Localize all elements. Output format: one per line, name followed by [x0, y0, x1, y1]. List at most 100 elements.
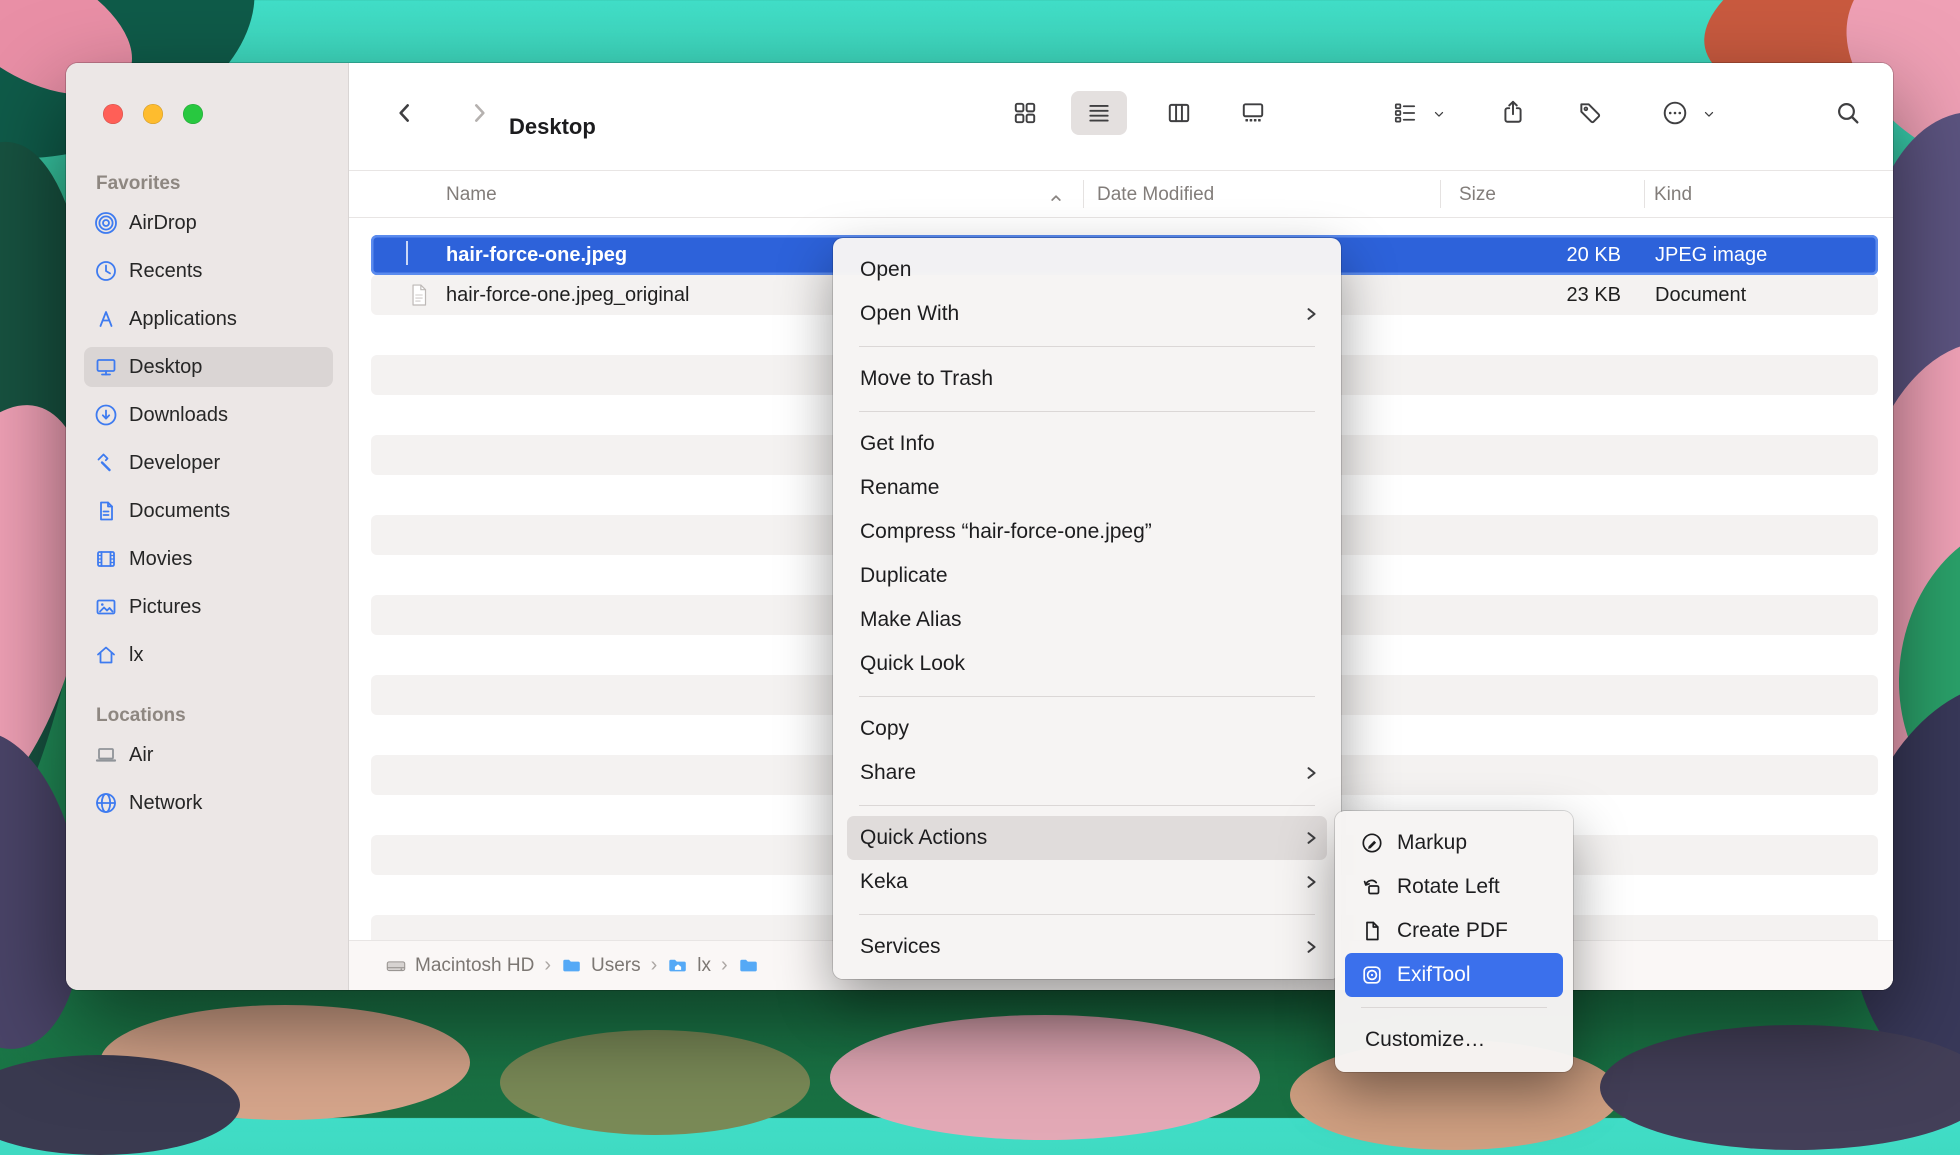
folder-icon [738, 955, 760, 977]
sidebar-item-label: AirDrop [129, 212, 197, 235]
menu-item-compress[interactable]: Compress “hair-force-one.jpeg” [847, 510, 1327, 554]
file-size: 20 KB [1567, 235, 1621, 275]
chevron-right-icon [1303, 306, 1319, 322]
film-icon [94, 547, 118, 571]
submenu-item-customize[interactable]: Customize… [1345, 1018, 1563, 1062]
path-item-folder[interactable] [738, 955, 768, 977]
path-separator: › [721, 954, 728, 977]
forward-button[interactable] [466, 100, 492, 126]
chevron-down-icon[interactable] [1432, 107, 1446, 121]
file-name: hair-force-one.jpeg_original [446, 275, 689, 315]
sidebar-item-recents[interactable]: Recents [84, 251, 333, 291]
column-header-size[interactable]: Size [1459, 171, 1496, 219]
grid-view-icon [1012, 100, 1038, 126]
more-circle-icon[interactable] [1662, 100, 1688, 126]
path-item-lx[interactable]: lx [667, 955, 711, 977]
menu-item-get-info[interactable]: Get Info [847, 422, 1327, 466]
sidebar-item-documents[interactable]: Documents [84, 491, 333, 531]
menu-item-share[interactable]: Share [847, 751, 1327, 795]
menu-item-open-with[interactable]: Open With [847, 292, 1327, 336]
sidebar-item-pictures[interactable]: Pictures [84, 587, 333, 627]
menu-item-label: Copy [860, 717, 909, 741]
menu-item-label: Services [860, 935, 941, 959]
chevron-down-icon[interactable] [1702, 107, 1716, 121]
submenu-item-exiftool[interactable]: ExifTool [1345, 953, 1563, 997]
applications-icon [94, 307, 118, 331]
desktop-icon [94, 355, 118, 379]
sidebar-item-airdrop[interactable]: AirDrop [84, 203, 333, 243]
file-kind: Document [1655, 275, 1746, 315]
menu-separator [1361, 1007, 1547, 1008]
airdrop-icon [94, 211, 118, 235]
submenu-item-label: Create PDF [1397, 919, 1508, 943]
submenu-item-label: ExifTool [1397, 963, 1471, 987]
share-icon[interactable] [1500, 99, 1526, 125]
column-header-kind[interactable]: Kind [1654, 171, 1692, 219]
document-file-icon [406, 282, 432, 308]
sidebar-item-lx[interactable]: lx [84, 635, 333, 675]
submenu-item-rotate-left[interactable]: Rotate Left [1345, 865, 1563, 909]
sidebar-item-label: Movies [129, 548, 192, 571]
gallery-view-button[interactable] [1225, 91, 1281, 135]
file-kind: JPEG image [1655, 235, 1767, 275]
path-item-label: Macintosh HD [415, 955, 534, 977]
list-view-icon [1086, 100, 1112, 126]
zoom-window-button[interactable] [183, 104, 203, 124]
menu-item-open[interactable]: Open [847, 248, 1327, 292]
back-button[interactable] [392, 100, 418, 126]
column-header-name[interactable]: Name [446, 171, 497, 219]
menu-item-services[interactable]: Services [847, 925, 1327, 969]
close-window-button[interactable] [103, 104, 123, 124]
column-headers: Name Date Modified Size Kind [349, 170, 1893, 218]
toolbar: Desktop [349, 63, 1893, 170]
sidebar-item-label: Documents [129, 500, 230, 523]
hard-drive-icon [385, 955, 407, 977]
path-item-users[interactable]: Users [561, 955, 641, 977]
submenu-item-markup[interactable]: Markup [1345, 821, 1563, 865]
sidebar-item-developer[interactable]: Developer [84, 443, 333, 483]
path-item-label: lx [697, 955, 711, 977]
sidebar-item-label: Desktop [129, 356, 202, 379]
quick-actions-submenu: Markup Rotate Left Create PDF ExifTool C… [1335, 811, 1573, 1072]
photo-icon [94, 595, 118, 619]
column-header-date-modified[interactable]: Date Modified [1097, 171, 1214, 219]
menu-item-rename[interactable]: Rename [847, 466, 1327, 510]
menu-item-keka[interactable]: Keka [847, 860, 1327, 904]
search-icon[interactable] [1835, 100, 1861, 126]
menu-item-quick-actions[interactable]: Quick Actions [847, 816, 1327, 860]
create-pdf-icon [1359, 918, 1385, 944]
submenu-item-create-pdf[interactable]: Create PDF [1345, 909, 1563, 953]
path-item-macintosh-hd[interactable]: Macintosh HD [385, 955, 534, 977]
path-separator: › [651, 954, 658, 977]
document-icon [94, 499, 118, 523]
menu-item-copy[interactable]: Copy [847, 707, 1327, 751]
sidebar: Favorites AirDrop Recents Applications D… [66, 63, 349, 990]
sidebar-item-movies[interactable]: Movies [84, 539, 333, 579]
sidebar-item-air[interactable]: Air [84, 735, 333, 775]
grid-view-button[interactable] [997, 91, 1053, 135]
menu-separator [859, 696, 1315, 697]
menu-item-duplicate[interactable]: Duplicate [847, 554, 1327, 598]
minimize-window-button[interactable] [143, 104, 163, 124]
menu-item-quick-look[interactable]: Quick Look [847, 642, 1327, 686]
menu-separator [859, 411, 1315, 412]
menu-item-move-to-trash[interactable]: Move to Trash [847, 357, 1327, 401]
menu-item-label: Quick Actions [860, 826, 987, 850]
menu-item-make-alias[interactable]: Make Alias [847, 598, 1327, 642]
path-item-label: Users [591, 955, 641, 977]
tag-icon[interactable] [1577, 100, 1603, 126]
group-by-icon[interactable] [1392, 100, 1418, 126]
sidebar-item-downloads[interactable]: Downloads [84, 395, 333, 435]
sidebar-item-desktop[interactable]: Desktop [84, 347, 333, 387]
column-view-icon [1166, 100, 1192, 126]
column-view-button[interactable] [1151, 91, 1207, 135]
submenu-item-label: Rotate Left [1397, 875, 1500, 899]
globe-icon [94, 791, 118, 815]
window-title: Desktop [509, 114, 596, 140]
sidebar-section-locations: Locations [96, 703, 348, 729]
sidebar-item-label: Pictures [129, 596, 201, 619]
sidebar-item-network[interactable]: Network [84, 783, 333, 823]
sidebar-item-applications[interactable]: Applications [84, 299, 333, 339]
list-view-button[interactable] [1071, 91, 1127, 135]
menu-item-label: Open [860, 258, 911, 282]
